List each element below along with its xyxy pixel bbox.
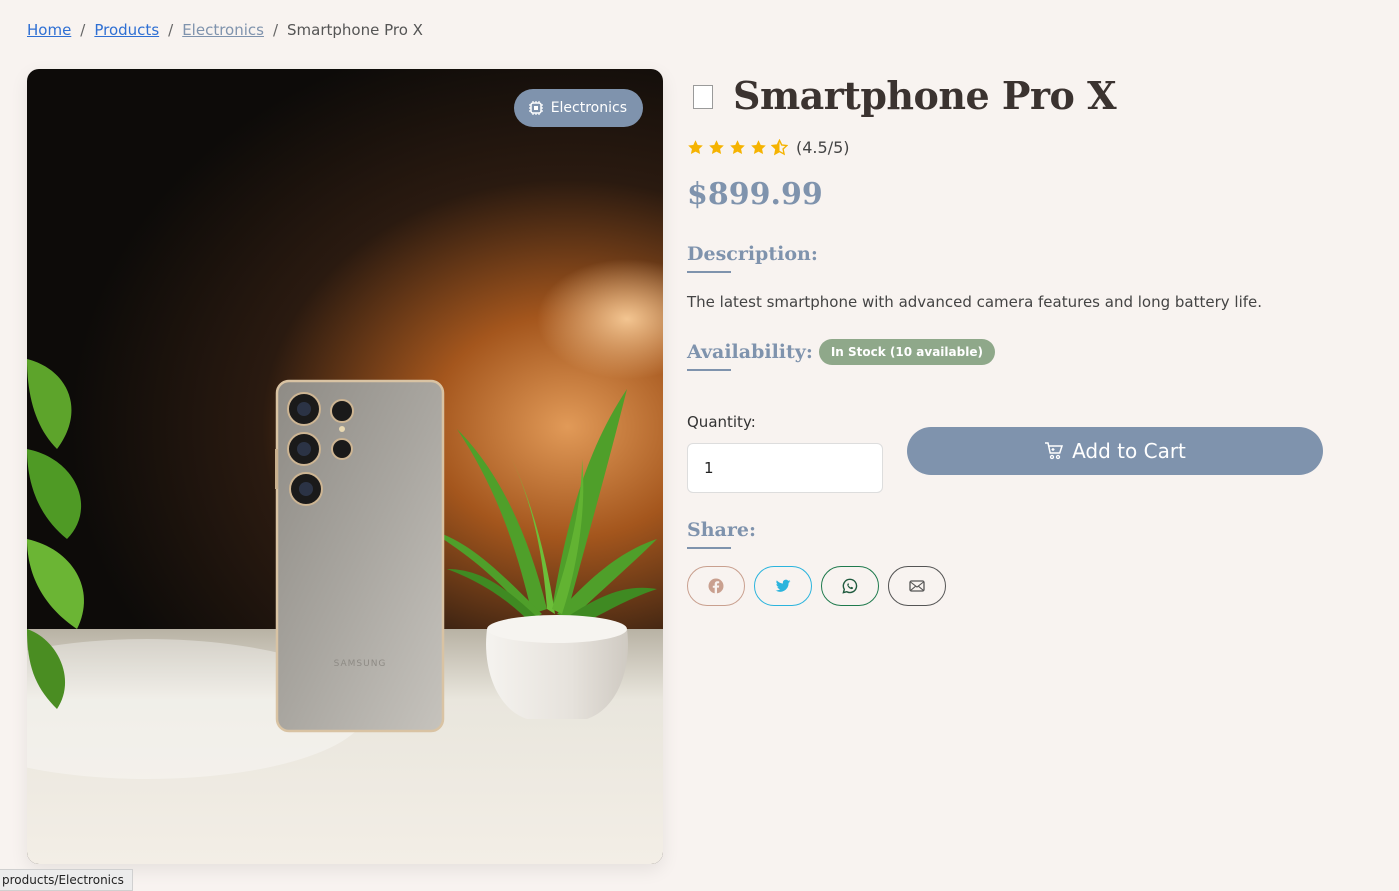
availability-heading: Availability: xyxy=(687,341,813,371)
star-icon xyxy=(751,139,766,154)
favorite-checkbox[interactable] xyxy=(693,85,713,109)
star-icon xyxy=(730,139,745,154)
breadcrumb: Home / Products / Electronics / Smartpho… xyxy=(27,21,423,39)
status-bar-url: products/Electronics xyxy=(0,869,133,891)
product-details: Smartphone Pro X (4.5/5) $899.99 Descrip… xyxy=(687,69,1327,606)
breadcrumb-products-link[interactable]: Products xyxy=(94,21,159,39)
product-price: $899.99 xyxy=(687,177,823,212)
star-icon xyxy=(709,139,724,154)
share-whatsapp-button[interactable] xyxy=(821,566,879,606)
share-buttons xyxy=(687,566,946,606)
breadcrumb-category-link[interactable]: Electronics xyxy=(182,21,264,39)
facebook-icon xyxy=(708,578,724,594)
product-title: Smartphone Pro X xyxy=(733,72,1117,118)
product-image: SAMSUNG Electronics xyxy=(27,69,663,864)
rating: (4.5/5) xyxy=(687,137,1327,157)
rating-text: (4.5/5) xyxy=(796,137,850,157)
breadcrumb-current: Smartphone Pro X xyxy=(287,21,423,39)
cart-icon xyxy=(1045,442,1064,460)
product-description: The latest smartphone with advanced came… xyxy=(687,293,1263,311)
add-to-cart-button[interactable]: Add to Cart xyxy=(907,427,1323,475)
email-icon xyxy=(909,580,925,592)
chip-icon xyxy=(528,101,543,115)
product-photo: SAMSUNG xyxy=(27,259,663,864)
stock-badge: In Stock (10 available) xyxy=(818,339,995,365)
breadcrumb-separator: / xyxy=(80,21,86,39)
quantity-input[interactable] xyxy=(687,443,883,493)
star-icon xyxy=(688,139,703,154)
breadcrumb-home-link[interactable]: Home xyxy=(27,21,71,39)
category-badge-label: Electronics xyxy=(550,100,627,116)
whatsapp-icon xyxy=(842,578,858,594)
share-heading: Share: xyxy=(687,519,756,549)
share-email-button[interactable] xyxy=(888,566,946,606)
description-heading: Description: xyxy=(687,243,818,273)
phone-brand-text: SAMSUNG xyxy=(334,659,387,669)
add-to-cart-label: Add to Cart xyxy=(1072,439,1186,463)
breadcrumb-separator: / xyxy=(168,21,174,39)
share-twitter-button[interactable] xyxy=(754,566,812,606)
twitter-icon xyxy=(775,579,791,592)
breadcrumb-separator: / xyxy=(272,21,279,39)
share-facebook-button[interactable] xyxy=(687,566,745,606)
star-half-icon xyxy=(771,138,788,155)
category-badge[interactable]: Electronics xyxy=(513,89,643,127)
